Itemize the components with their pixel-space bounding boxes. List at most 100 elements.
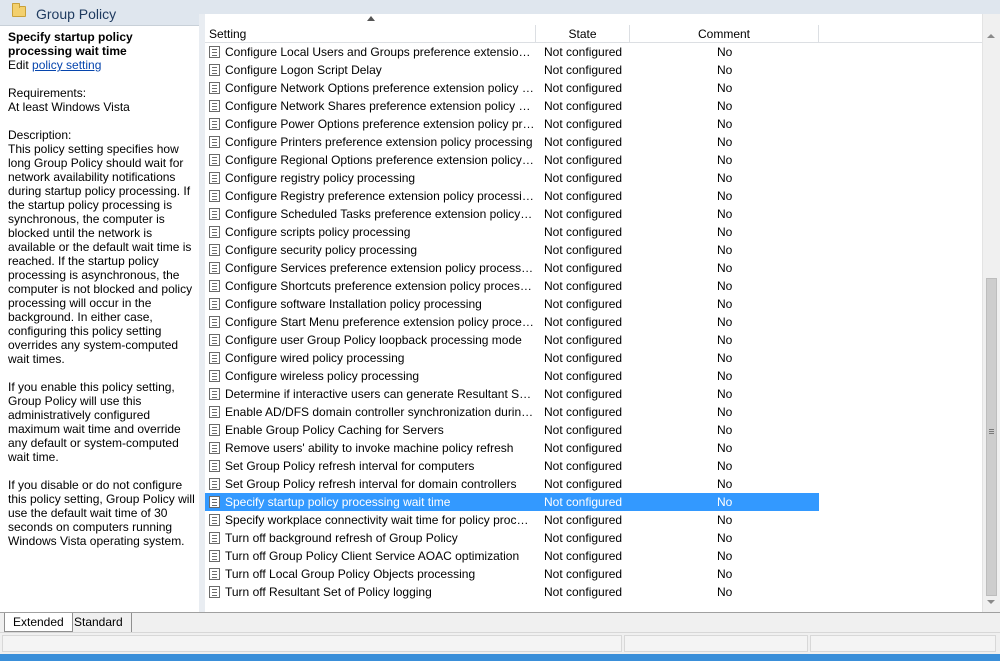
policy-setting-icon: [209, 118, 220, 130]
folder-icon: [12, 3, 26, 17]
table-row[interactable]: Configure Scheduled Tasks preference ext…: [205, 205, 982, 223]
setting-comment: No: [717, 513, 733, 527]
table-row[interactable]: Configure Logon Script Delay Not configur…: [205, 61, 982, 79]
table-row[interactable]: Configure wireless policy processing Not …: [205, 367, 982, 385]
table-row[interactable]: Determine if interactive users can gener…: [205, 385, 982, 403]
table-row[interactable]: Enable AD/DFS domain controller synchron…: [205, 403, 982, 421]
setting-state: Not configured: [544, 351, 623, 365]
scroll-up-icon[interactable]: [987, 34, 995, 38]
setting-state: Not configured: [544, 207, 623, 221]
scroll-down-icon[interactable]: [987, 600, 995, 604]
setting-state: Not configured: [544, 63, 623, 77]
setting-comment: No: [717, 117, 733, 131]
vertical-scrollbar[interactable]: [982, 14, 1000, 612]
scrollbar-thumb[interactable]: [986, 278, 997, 596]
column-header-comment[interactable]: Comment: [630, 25, 819, 43]
view-tabs: Extended Standard: [0, 612, 1000, 632]
setting-name: Configure security policy processing: [225, 243, 418, 257]
table-row[interactable]: Set Group Policy refresh interval for co…: [205, 457, 982, 475]
table-row[interactable]: Configure Registry preference extension …: [205, 187, 982, 205]
setting-name: Turn off background refresh of Group Pol…: [225, 531, 458, 545]
policy-setting-icon: [209, 352, 220, 364]
table-row[interactable]: Turn off Local Group Policy Objects proc…: [205, 565, 982, 583]
policy-setting-icon: [209, 46, 220, 58]
policy-setting-icon: [209, 496, 220, 508]
setting-name: Configure Printers preference extension …: [225, 135, 533, 149]
setting-comment: No: [717, 189, 733, 203]
edit-policy-link[interactable]: policy setting: [32, 58, 101, 72]
status-segment-right: [810, 635, 996, 652]
table-row[interactable]: Turn off Group Policy Client Service AOA…: [205, 547, 982, 565]
edit-prefix: Edit: [8, 58, 33, 72]
setting-comment: No: [717, 81, 733, 95]
description-paragraph-1: This policy setting specifies how long G…: [8, 142, 193, 366]
table-row[interactable]: Turn off background refresh of Group Pol…: [205, 529, 982, 547]
setting-name: Configure Registry preference extension …: [225, 189, 535, 203]
table-row[interactable]: Configure Regional Options preference ex…: [205, 151, 982, 169]
window-title-bar: Group Policy: [0, 0, 200, 26]
sort-ascending-icon: [367, 16, 375, 21]
grip-icon: [989, 429, 994, 430]
setting-name: Turn off Local Group Policy Objects proc…: [225, 567, 476, 581]
setting-comment: No: [717, 45, 733, 59]
table-row[interactable]: Configure wired policy processing Not con…: [205, 349, 982, 367]
table-row[interactable]: Configure Network Options preference ext…: [205, 79, 982, 97]
setting-state: Not configured: [544, 585, 623, 599]
table-row[interactable]: Configure Start Menu preference extensio…: [205, 313, 982, 331]
table-row[interactable]: Configure scripts policy processing Not c…: [205, 223, 982, 241]
setting-state: Not configured: [544, 225, 623, 239]
table-row[interactable]: Specify workplace connectivity wait time…: [205, 511, 982, 529]
setting-comment: No: [717, 567, 733, 581]
setting-comment: No: [717, 333, 733, 347]
policy-setting-icon: [209, 172, 220, 184]
setting-name: Turn off Group Policy Client Service AOA…: [225, 549, 520, 563]
setting-state: Not configured: [544, 459, 623, 473]
column-header-state[interactable]: State: [536, 25, 630, 43]
table-row[interactable]: Turn off Resultant Set of Policy logging…: [205, 583, 982, 601]
setting-state: Not configured: [544, 279, 623, 293]
table-row[interactable]: Configure Local Users and Groups prefere…: [205, 43, 982, 61]
setting-state: Not configured: [544, 189, 623, 203]
setting-name: Determine if interactive users can gener…: [225, 387, 535, 401]
table-row[interactable]: Configure software Installation policy p…: [205, 295, 982, 313]
policy-setting-icon: [209, 316, 220, 328]
table-row[interactable]: Configure Power Options preference exten…: [205, 115, 982, 133]
table-row[interactable]: Configure Services preference extension …: [205, 259, 982, 277]
setting-name: Specify workplace connectivity wait time…: [225, 513, 535, 527]
table-row[interactable]: Configure Network Shares preference exte…: [205, 97, 982, 115]
setting-state: Not configured: [544, 171, 623, 185]
policy-setting-icon: [209, 226, 220, 238]
table-row[interactable]: Remove users' ability to invoke machine …: [205, 439, 982, 457]
tab-standard[interactable]: Standard: [66, 613, 132, 632]
setting-state: Not configured: [544, 405, 623, 419]
setting-name: Set Group Policy refresh interval for co…: [225, 459, 475, 473]
setting-comment: No: [717, 207, 733, 221]
setting-comment: No: [717, 477, 733, 491]
tab-extended[interactable]: Extended: [4, 613, 73, 632]
policy-setting-icon: [209, 154, 220, 166]
setting-comment: No: [717, 243, 733, 257]
table-row[interactable]: Configure security policy processing Not …: [205, 241, 982, 259]
table-row[interactable]: Configure user Group Policy loopback pro…: [205, 331, 982, 349]
table-row[interactable]: Configure registry policy processing Not …: [205, 169, 982, 187]
setting-state: Not configured: [544, 549, 623, 563]
column-header-setting[interactable]: Setting: [205, 16, 536, 43]
setting-name: Turn off Resultant Set of Policy logging: [225, 585, 432, 599]
table-row[interactable]: Enable Group Policy Caching for Servers N…: [205, 421, 982, 439]
setting-state: Not configured: [544, 153, 623, 167]
table-row[interactable]: Configure Shortcuts preference extension…: [205, 277, 982, 295]
setting-comment: No: [717, 387, 733, 401]
policy-setting-icon: [209, 334, 220, 346]
table-row[interactable]: Specify startup policy processing wait t…: [205, 493, 819, 511]
setting-name: Configure Logon Script Delay: [225, 63, 382, 77]
setting-comment: No: [717, 279, 733, 293]
table-row[interactable]: Set Group Policy refresh interval for do…: [205, 475, 982, 493]
setting-state: Not configured: [544, 261, 623, 275]
policy-setting-icon: [209, 280, 220, 292]
policy-setting-icon: [209, 388, 220, 400]
setting-comment: No: [717, 171, 733, 185]
table-row[interactable]: Configure Printers preference extension …: [205, 133, 982, 151]
setting-state: Not configured: [544, 423, 623, 437]
setting-comment: No: [717, 585, 733, 599]
policy-setting-icon: [209, 568, 220, 580]
